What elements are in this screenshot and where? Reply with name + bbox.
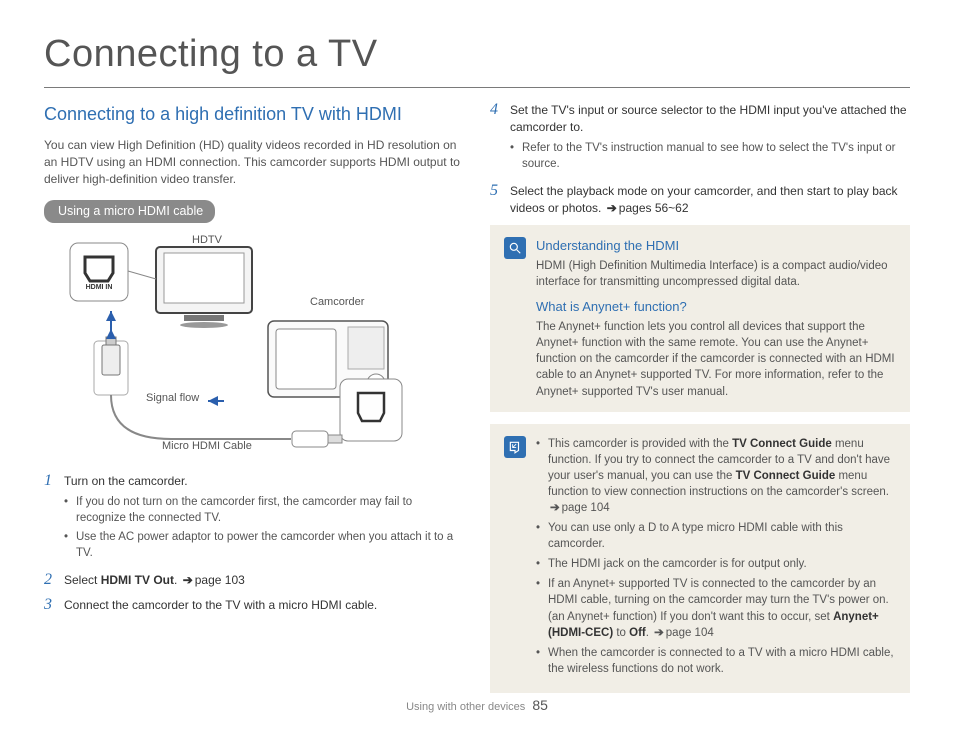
intro-text: You can view High Definition (HD) qualit… <box>44 137 464 187</box>
t: This camcorder is provided with the <box>548 438 732 450</box>
step-text: Select HDMI TV Out. page 103 <box>64 572 464 589</box>
step-sub: Refer to the TV's instruction manual to … <box>510 140 910 172</box>
step-sub: Use the AC power adaptor to power the ca… <box>64 529 464 561</box>
info-text: The Anynet+ function lets you control al… <box>536 319 896 399</box>
bold: HDMI TV Out <box>101 573 174 587</box>
step-sub: If you do not turn on the camcorder firs… <box>64 494 464 526</box>
subsection-pill: Using a micro HDMI cable <box>44 200 215 224</box>
step-number: 3 <box>44 597 56 614</box>
step-text: Connect the camcorder to the TV with a m… <box>64 597 464 614</box>
bold: Off <box>629 627 646 639</box>
columns: Connecting to a high definition TV with … <box>44 102 910 705</box>
note-item: When the camcorder is connected to a TV … <box>536 645 896 677</box>
page-ref: page 104 <box>652 627 714 639</box>
note-item: The HDMI jack on the camcorder is for ou… <box>536 556 896 572</box>
step-text: Set the TV's input or source selector to… <box>510 102 910 136</box>
left-column: Connecting to a high definition TV with … <box>44 102 464 705</box>
t: Select <box>64 573 101 587</box>
bold: TV Connect Guide <box>732 438 832 450</box>
page-ref: page 103 <box>181 573 245 587</box>
step-2: 2 Select HDMI TV Out. page 103 <box>44 572 464 589</box>
label-hdmi-in: HDMI IN <box>86 284 113 291</box>
bold: TV Connect Guide <box>736 470 836 482</box>
step-1: 1 Turn on the camcorder. If you do not t… <box>44 473 464 564</box>
page-ref: pages 56~62 <box>605 201 689 215</box>
info-box-hdmi: Understanding the HDMI HDMI (High Defini… <box>490 225 910 412</box>
step-4: 4 Set the TV's input or source selector … <box>490 102 910 175</box>
t: . <box>174 573 181 587</box>
note-item: If an Anynet+ supported TV is connected … <box>536 576 896 640</box>
note-icon <box>504 436 526 458</box>
label-signal-flow: Signal flow <box>146 391 199 406</box>
diagram-svg: HDMI IN <box>44 233 454 463</box>
note-item: You can use only a D to A type micro HDM… <box>536 520 896 552</box>
footer-section: Using with other devices <box>406 701 525 713</box>
t: to <box>613 627 629 639</box>
step-number: 2 <box>44 572 56 589</box>
step-number: 5 <box>490 183 502 217</box>
step-5: 5 Select the playback mode on your camco… <box>490 183 910 217</box>
label-micro-hdmi: Micro HDMI Cable <box>162 439 252 454</box>
t: Select the playback mode on your camcord… <box>510 184 898 215</box>
page-ref: page 104 <box>548 502 610 514</box>
divider <box>44 87 910 88</box>
page-title: Connecting to a TV <box>44 28 910 81</box>
label-hdtv: HDTV <box>192 233 222 248</box>
right-column: 4 Set the TV's input or source selector … <box>490 102 910 705</box>
note-item: This camcorder is provided with the TV C… <box>536 436 896 516</box>
step-text: Select the playback mode on your camcord… <box>510 183 910 217</box>
info-box-notes: This camcorder is provided with the TV C… <box>490 424 910 693</box>
step-number: 4 <box>490 102 502 175</box>
step-3: 3 Connect the camcorder to the TV with a… <box>44 597 464 614</box>
step-text: Turn on the camcorder. <box>64 473 464 490</box>
connection-diagram: HDTV Camcorder Signal flow Micro HDMI Ca… <box>44 233 464 463</box>
info-heading: Understanding the HDMI <box>536 237 896 255</box>
info-text: HDMI (High Definition Multimedia Interfa… <box>536 258 896 290</box>
section-title: Connecting to a high definition TV with … <box>44 102 464 127</box>
magnifier-icon <box>504 237 526 259</box>
page-footer: Using with other devices 85 <box>0 696 954 716</box>
label-camcorder: Camcorder <box>310 295 364 310</box>
info-heading: What is Anynet+ function? <box>536 298 896 316</box>
page-number: 85 <box>532 697 548 713</box>
step-number: 1 <box>44 473 56 564</box>
